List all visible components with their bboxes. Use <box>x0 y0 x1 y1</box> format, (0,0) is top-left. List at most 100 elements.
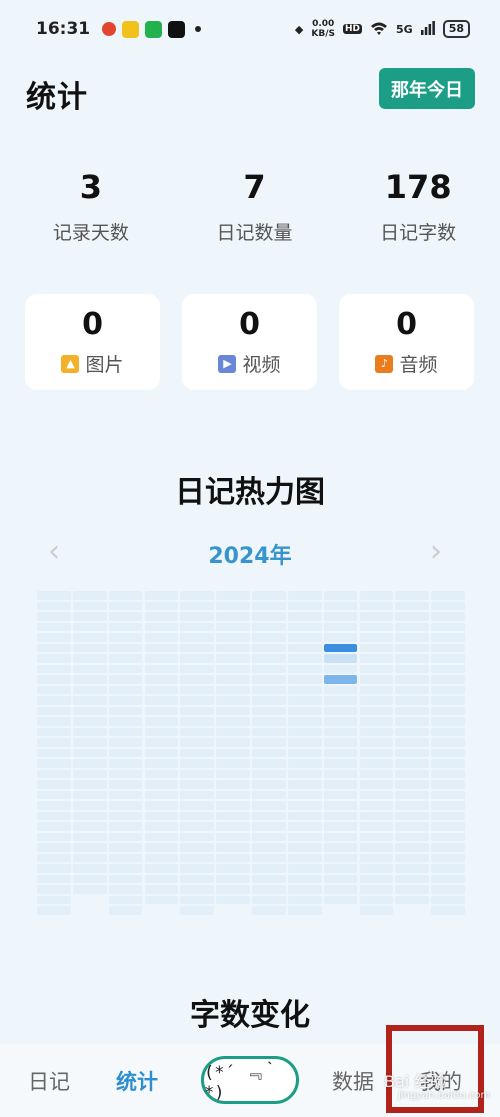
heatmap-cell[interactable] <box>395 727 430 737</box>
heatmap-cell[interactable] <box>216 769 250 779</box>
heatmap-cell[interactable] <box>287 622 322 632</box>
heatmap-cell[interactable] <box>216 864 250 873</box>
heatmap-cell[interactable] <box>37 790 71 800</box>
heatmap-cell[interactable] <box>359 811 394 821</box>
heatmap-cell[interactable] <box>180 801 215 810</box>
heatmap-cell[interactable] <box>395 853 430 863</box>
heatmap-cell[interactable] <box>72 759 107 768</box>
heatmap-cell[interactable] <box>431 748 465 758</box>
heatmap-cell[interactable] <box>216 591 250 600</box>
heatmap-cell[interactable] <box>323 759 358 768</box>
new-diary-button[interactable]: (*´ ﹃｀*) <box>201 1056 299 1104</box>
heatmap-cell[interactable] <box>252 864 286 873</box>
heatmap-cell[interactable] <box>287 874 322 884</box>
heatmap-cell[interactable] <box>395 675 430 684</box>
heatmap-cell[interactable] <box>359 601 394 611</box>
heatmap-cell[interactable] <box>323 738 358 747</box>
heatmap-cell[interactable] <box>180 601 215 611</box>
heatmap-cell[interactable] <box>108 885 143 894</box>
nav-data[interactable]: 数据 <box>332 1066 374 1096</box>
heatmap-cell[interactable] <box>108 780 143 789</box>
heatmap-cell[interactable] <box>72 738 107 747</box>
heatmap-cell[interactable] <box>431 801 465 810</box>
heatmap-cell[interactable] <box>108 801 143 810</box>
heatmap-cell[interactable] <box>323 748 358 758</box>
heatmap-cell[interactable] <box>287 685 322 695</box>
heatmap-cell[interactable] <box>287 654 322 663</box>
heatmap-cell[interactable] <box>144 675 179 684</box>
heatmap-cell[interactable] <box>287 853 322 863</box>
heatmap-cell[interactable] <box>431 895 465 905</box>
heatmap-cell[interactable] <box>180 780 215 789</box>
heatmap-cell[interactable] <box>359 843 394 852</box>
heatmap-cell[interactable] <box>359 885 394 894</box>
heatmap-cell[interactable] <box>180 895 215 905</box>
heatmap-cell[interactable] <box>180 675 215 684</box>
heatmap-cell[interactable] <box>431 906 465 915</box>
heatmap-cell[interactable] <box>216 685 250 695</box>
heatmap-cell[interactable] <box>287 643 322 653</box>
heatmap-cell[interactable] <box>144 822 179 831</box>
video-count-card[interactable]: 0 ▶ 视频 <box>182 294 317 390</box>
heatmap-cell[interactable] <box>144 853 179 863</box>
heatmap-cell[interactable] <box>323 822 358 831</box>
heatmap-cell[interactable] <box>431 675 465 684</box>
heatmap-cell[interactable] <box>287 843 322 852</box>
heatmap-cell[interactable] <box>287 738 322 747</box>
heatmap-cell[interactable] <box>72 832 107 842</box>
heatmap-cell[interactable] <box>216 874 250 884</box>
heatmap-cell[interactable] <box>431 633 465 642</box>
heatmap-cell[interactable] <box>180 654 215 663</box>
heatmap-cell[interactable] <box>144 591 179 600</box>
heatmap-cell[interactable] <box>216 696 250 705</box>
heatmap-cell[interactable] <box>37 822 71 831</box>
heatmap-cell[interactable] <box>37 769 71 779</box>
heatmap-cell[interactable] <box>323 769 358 779</box>
heatmap-cell[interactable] <box>37 612 71 621</box>
heatmap-cell[interactable] <box>216 801 250 810</box>
heatmap-cell[interactable] <box>180 727 215 737</box>
heatmap-cell[interactable] <box>37 654 71 663</box>
heatmap-cell[interactable] <box>72 654 107 663</box>
heatmap-cell[interactable] <box>180 759 215 768</box>
heatmap-cell[interactable] <box>216 811 250 821</box>
heatmap-cell[interactable] <box>431 685 465 695</box>
heatmap-cell[interactable] <box>359 874 394 884</box>
heatmap-cell[interactable] <box>144 633 179 642</box>
heatmap-cell[interactable] <box>252 822 286 831</box>
heatmap-cell[interactable] <box>287 612 322 621</box>
heatmap-cell[interactable] <box>37 906 71 915</box>
heatmap-cell[interactable] <box>359 853 394 863</box>
heatmap-cell[interactable] <box>252 885 286 894</box>
heatmap-cell[interactable] <box>72 633 107 642</box>
heatmap-cell[interactable] <box>287 727 322 737</box>
heatmap-cell[interactable] <box>252 906 286 915</box>
heatmap-cell[interactable] <box>431 601 465 611</box>
heatmap-cell[interactable] <box>323 832 358 842</box>
heatmap-cell[interactable] <box>144 717 179 726</box>
heatmap-cell[interactable] <box>431 811 465 821</box>
heatmap-cell[interactable] <box>108 895 143 905</box>
heatmap-cell[interactable] <box>216 832 250 842</box>
heatmap-cell[interactable] <box>216 748 250 758</box>
heatmap-cell[interactable] <box>37 727 71 737</box>
heatmap-cell[interactable] <box>252 748 286 758</box>
heatmap-cell[interactable] <box>72 769 107 779</box>
heatmap-cell[interactable] <box>216 717 250 726</box>
heatmap-cell[interactable] <box>180 832 215 842</box>
heatmap-cell[interactable] <box>108 591 143 600</box>
heatmap-cell[interactable] <box>323 664 358 674</box>
heatmap-cell[interactable] <box>72 790 107 800</box>
heatmap-cell[interactable] <box>37 664 71 674</box>
heatmap-cell[interactable] <box>287 801 322 810</box>
heatmap-cell[interactable] <box>252 843 286 852</box>
heatmap-cell[interactable] <box>216 843 250 852</box>
heatmap-cell[interactable] <box>359 727 394 737</box>
heatmap-cell[interactable] <box>144 895 179 905</box>
heatmap-cell[interactable] <box>395 622 430 632</box>
heatmap-cell[interactable] <box>323 706 358 716</box>
heatmap-cell[interactable] <box>108 706 143 716</box>
heatmap-cell[interactable] <box>252 685 286 695</box>
heatmap-cell[interactable] <box>37 643 71 653</box>
heatmap-cell[interactable] <box>37 811 71 821</box>
